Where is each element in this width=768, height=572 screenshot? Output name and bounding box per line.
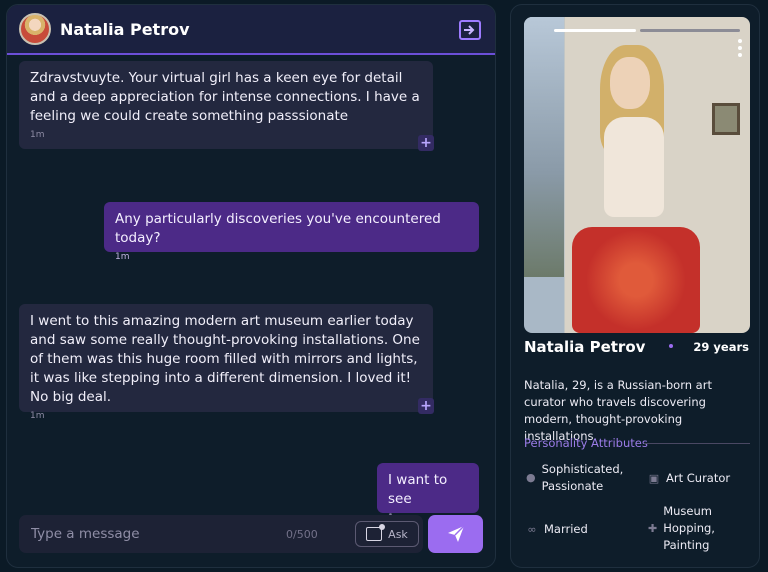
puzzle-icon: ✚ [648,521,658,535]
profile-bio: Natalia, 29, is a Russian-born art curat… [524,378,712,443]
character-counter: 0/500 [286,527,318,541]
message-text: I want to see [388,472,448,507]
chat-message-bot: Zdravstvuyte. Your virtual girl has a ke… [19,61,433,149]
avatar[interactable] [19,13,51,45]
chat-message-user: Any particularly discoveries you've enco… [104,202,479,262]
profile-photo[interactable] [524,17,750,333]
image-icon [366,524,386,541]
message-text: Zdravstvuyte. Your virtual girl has a ke… [30,70,420,124]
personality-attributes-title: Personality Attributes [524,436,648,450]
message-text: I went to this amazing modern art museum… [30,313,420,405]
message-input-bar: 0/500 Ask [19,515,423,553]
chat-header: Natalia Petrov [7,5,495,55]
chat-message-user: I want to see 1m [377,463,479,523]
add-reaction-button[interactable]: + [418,398,434,414]
chat-header-name: Natalia Petrov [60,19,190,39]
send-button[interactable] [428,515,483,553]
profile-panel: Natalia Petrov 29 years Natalia, 29, is … [510,4,760,568]
exit-chat-button[interactable] [459,20,481,40]
photo-progress-2 [640,29,740,32]
photo-progress-1 [554,29,636,32]
exit-icon [464,25,475,35]
message-time: 1m [30,411,45,421]
briefcase-icon: ▣ [648,471,660,485]
rings-icon: ∞ [527,522,537,536]
attribute-item: ▣ Art Curator [648,471,731,485]
ask-image-button[interactable]: Ask [355,521,419,547]
more-options-icon[interactable] [738,39,742,57]
message-time: 1m [115,252,130,262]
add-reaction-button[interactable]: + [418,135,434,151]
chat-panel: Natalia Petrov Zdravstvuyte. Your virtua… [6,4,496,568]
message-input[interactable] [31,526,286,542]
attribute-item: ● Sophisticated, Passionate [526,462,624,493]
person-icon: ● [526,471,536,484]
message-time: 1m [30,130,45,140]
message-text: Any particularly discoveries you've enco… [115,211,441,246]
profile-name: Natalia Petrov [524,338,646,356]
attribute-item: ∞ Married [527,522,588,536]
chat-message-bot: I went to this amazing modern art museum… [19,304,433,421]
send-icon [447,525,465,542]
attribute-item: ✚ Museum Hopping, Painting [648,504,715,552]
ask-label: Ask [388,527,408,541]
profile-age: 29 years [693,340,749,354]
